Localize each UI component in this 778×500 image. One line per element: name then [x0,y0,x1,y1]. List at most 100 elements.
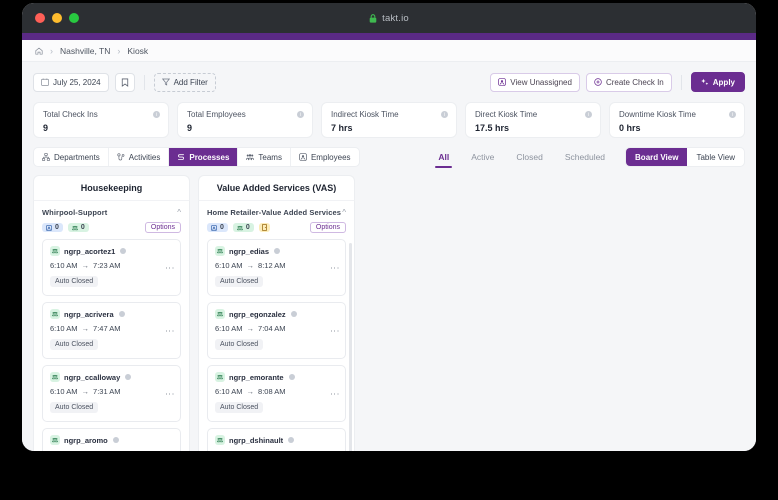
lock-icon [369,14,377,23]
info-icon[interactable]: i [729,111,736,118]
check-in-card[interactable]: ngrp_edias 6:10 AM → 8:12 AM Auto Closed… [207,239,346,296]
add-filter-button[interactable]: Add Filter [154,73,216,92]
info-icon[interactable] [119,311,125,317]
tab-processes[interactable]: Processes [169,148,238,166]
kebab-icon[interactable]: ⋮ [330,389,339,398]
card-header: ngrp_ccalloway [50,372,173,382]
card-title: ngrp_egonzalez [229,310,286,319]
info-icon[interactable] [125,374,131,380]
card-end-time: 9:00 AM [93,450,121,451]
departments-icon [42,153,50,161]
arrow-right-icon: → [82,450,90,451]
check-in-card[interactable]: ngrp_emorante 6:10 AM → 8:08 AM Auto Clo… [207,365,346,422]
kebab-icon[interactable]: ⋮ [165,389,174,398]
kebab-icon[interactable]: ⋮ [330,263,339,272]
arrow-right-icon: → [82,387,90,396]
chevron-up-icon[interactable]: ^ [177,209,181,217]
apply-button[interactable]: Apply [691,72,745,92]
check-in-card[interactable]: ngrp_ccalloway 6:10 AM → 7:31 AM Auto Cl… [42,365,181,422]
toolbar-left-group: July 25, 2024 Add Filter [33,73,216,92]
stat-card-total-employees: Total Employees 9 i [177,102,313,138]
group-options-button[interactable]: Options [145,222,181,233]
info-icon[interactable] [288,437,294,443]
chip-teams-count[interactable]: 0 [233,223,254,232]
tab-label: Departments [54,153,100,162]
toolbar-divider [681,75,682,90]
address-bar[interactable]: takt.io [22,13,756,24]
info-icon[interactable]: i [153,111,160,118]
teams-icon [50,309,60,319]
stat-card-total-check-ins: Total Check Ins 9 i [33,102,169,138]
info-icon[interactable] [291,311,297,317]
check-in-card[interactable]: ngrp_acrivera 6:10 AM → 7:47 AM Auto Clo… [42,302,181,359]
kebab-icon[interactable]: ⋮ [330,326,339,335]
calendar-icon [41,78,49,86]
filter-tab-closed[interactable]: Closed [505,147,553,167]
toolbar-right-group: View Unassigned Create Check In Apply [490,72,745,92]
info-icon[interactable]: i [585,111,592,118]
teams-icon [50,435,60,445]
card-end-time: 8:08 AM [258,387,286,396]
url-text: takt.io [382,13,409,24]
kebab-icon[interactable]: ⋮ [165,326,174,335]
group-header[interactable]: Home Retailer-Value Added Services ^ [199,201,354,217]
tab-row: Departments Activities Processes [33,147,745,167]
check-in-card[interactable]: ngrp_aromo 6:10 AM → 9:00 AM Auto Closed… [42,428,181,451]
info-icon[interactable]: i [441,111,448,118]
tab-teams[interactable]: Teams [238,148,291,166]
board-view-button[interactable]: Board View [626,148,687,166]
bookmark-button[interactable] [115,73,135,92]
check-in-card[interactable]: ngrp_acortez1 6:10 AM → 7:23 AM Auto Clo… [42,239,181,296]
column-body[interactable]: Home Retailer-Value Added Services ^ 0 [198,200,355,451]
employee-icon [498,78,506,86]
date-picker-button[interactable]: July 25, 2024 [33,73,109,92]
create-check-in-label: Create Check In [606,78,664,87]
info-icon[interactable] [120,248,126,254]
tab-activities[interactable]: Activities [109,148,170,166]
table-view-button[interactable]: Table View [687,148,744,166]
kebab-icon[interactable]: ⋮ [165,263,174,272]
card-header: ngrp_dshinault [215,435,338,445]
brand-accent-bar [22,33,756,40]
chip-unassigned-count[interactable]: 0 [42,223,63,232]
info-icon[interactable] [274,248,280,254]
breadcrumb-item-kiosk[interactable]: Kiosk [127,46,148,56]
info-icon[interactable] [289,374,295,380]
filter-tab-active[interactable]: Active [460,147,505,167]
card-end-time: 7:23 AM [93,261,121,270]
column-scrollbar[interactable] [349,243,352,451]
breadcrumb-item-nashville[interactable]: Nashville, TN [60,46,110,56]
board-column-value-added-services: Value Added Services (VAS) Home Retailer… [198,175,355,451]
check-in-card[interactable]: ngrp_dshinault 6:10 AM → 5:18 PM Auto Cl… [207,428,346,451]
group-options-button[interactable]: Options [310,222,346,233]
chip-unassigned-count[interactable]: 0 [207,223,228,232]
view-unassigned-button[interactable]: View Unassigned [490,73,580,92]
info-icon[interactable]: i [297,111,304,118]
chip-teams-count[interactable]: 0 [68,223,89,232]
toolbar: July 25, 2024 Add Filter [33,71,745,93]
card-time-range: 6:10 AM → 7:47 AM [50,324,173,333]
toolbar-divider [144,75,145,90]
filter-tab-scheduled[interactable]: Scheduled [554,147,616,167]
tab-departments[interactable]: Departments [34,148,109,166]
group-header[interactable]: Whirpool-Support ^ [34,201,189,217]
home-icon[interactable] [35,47,43,55]
column-title: Value Added Services (VAS) [198,175,355,200]
create-check-in-button[interactable]: Create Check In [586,73,672,92]
chevron-up-icon[interactable]: ^ [342,209,346,217]
teams-icon [215,435,225,445]
card-start-time: 6:10 AM [50,450,78,451]
tab-employees[interactable]: Employees [291,148,359,166]
status-badge: Auto Closed [215,339,263,350]
filter-tab-all[interactable]: All [427,147,460,167]
chip-count: 0 [81,224,85,231]
info-icon[interactable] [113,437,119,443]
check-in-card[interactable]: ngrp_egonzalez 6:10 AM → 7:04 AM Auto Cl… [207,302,346,359]
stat-card-downtime-kiosk-time: Downtime Kiosk Time 0 hrs i [609,102,745,138]
group-title: Whirpool-Support [42,208,107,217]
group-chips: 0 0 Options [199,217,354,239]
column-body[interactable]: Whirpool-Support ^ 0 [33,200,190,451]
chip-door-status[interactable] [259,223,270,232]
status-badge: Auto Closed [50,276,98,287]
card-end-time: 5:18 PM [258,450,286,451]
